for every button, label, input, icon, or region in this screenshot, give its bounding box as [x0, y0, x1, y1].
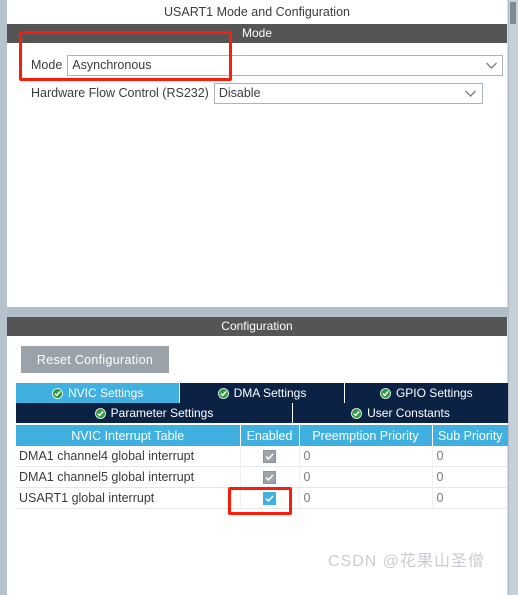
- nvic-interrupt-table: NVIC Interrupt Table Enabled Preemption …: [16, 425, 508, 509]
- checkmark-icon: [265, 495, 274, 503]
- preemption-priority-cell[interactable]: 0: [299, 487, 433, 509]
- preemption-priority-cell[interactable]: 0: [299, 446, 433, 467]
- usart1-config-window: USART1 Mode and Configuration Mode Mode …: [0, 0, 518, 595]
- preemption-priority-cell[interactable]: 0: [299, 466, 433, 488]
- hardware-flow-control-field-row: Hardware Flow Control (RS232) Disable: [7, 82, 483, 104]
- column-header-interrupt[interactable]: NVIC Interrupt Table: [16, 425, 241, 446]
- table-row[interactable]: DMA1 channel5 global interrupt 0 0: [16, 466, 508, 488]
- tab-label: GPIO Settings: [395, 386, 473, 400]
- table-header-row: NVIC Interrupt Table Enabled Preemption …: [16, 425, 508, 446]
- configuration-panel: Configuration Reset Configuration NVIC S…: [7, 317, 508, 595]
- hardware-flow-control-label: Hardware Flow Control (RS232): [31, 86, 209, 100]
- table-row[interactable]: USART1 global interrupt 0 0: [16, 487, 508, 509]
- column-header-sub-priority[interactable]: Sub Priority: [432, 425, 508, 446]
- mode-section-header: Mode: [7, 24, 507, 43]
- mode-field-row: Mode Asynchronous: [7, 54, 504, 76]
- enabled-cell[interactable]: [240, 466, 300, 488]
- green-check-circle-icon: [52, 387, 63, 399]
- enabled-checkbox[interactable]: [263, 450, 276, 464]
- column-header-preemption-priority[interactable]: Preemption Priority: [299, 425, 433, 446]
- sub-priority-cell[interactable]: 0: [432, 446, 508, 467]
- enabled-cell[interactable]: [240, 487, 300, 509]
- tab-dma-settings[interactable]: DMA Settings: [180, 383, 345, 403]
- mode-field-label: Mode: [31, 58, 63, 72]
- interrupt-name: DMA1 channel5 global interrupt: [16, 466, 241, 488]
- tab-nvic-settings[interactable]: NVIC Settings: [16, 383, 181, 403]
- mode-select-value: Asynchronous: [72, 58, 152, 72]
- chevron-down-icon: [460, 89, 482, 98]
- left-gutter: [0, 0, 7, 595]
- vertical-scrollbar[interactable]: [508, 0, 518, 595]
- tab-parameter-settings[interactable]: Parameter Settings: [16, 403, 293, 423]
- green-check-circle-icon: [380, 387, 391, 399]
- interrupt-name: DMA1 channel4 global interrupt: [16, 446, 241, 467]
- hardware-flow-control-select[interactable]: Disable: [213, 82, 483, 104]
- scrollbar-thumb[interactable]: [510, 2, 516, 24]
- enabled-cell[interactable]: [240, 446, 300, 467]
- column-header-enabled[interactable]: Enabled: [240, 425, 300, 446]
- tab-user-constants[interactable]: User Constants: [293, 403, 508, 423]
- green-check-circle-icon: [94, 407, 106, 419]
- tab-label: Parameter Settings: [110, 406, 214, 420]
- interrupt-name: USART1 global interrupt: [16, 487, 241, 509]
- panel-divider: [7, 307, 508, 317]
- checkmark-icon: [265, 474, 274, 482]
- chevron-down-icon: [480, 61, 502, 70]
- tab-label: User Constants: [367, 406, 450, 420]
- tab-label: NVIC Settings: [67, 386, 144, 400]
- hardware-flow-control-value: Disable: [218, 86, 261, 100]
- green-check-circle-icon: [351, 407, 363, 419]
- settings-tab-row-primary: NVIC Settings DMA Settings GPIO Settings: [16, 383, 508, 403]
- mode-select[interactable]: Asynchronous: [67, 54, 504, 76]
- checkmark-icon: [265, 453, 274, 461]
- sub-priority-cell[interactable]: 0: [432, 466, 508, 488]
- tab-label: DMA Settings: [233, 386, 307, 400]
- page-title: USART1 Mode and Configuration: [7, 0, 507, 24]
- enabled-checkbox[interactable]: [263, 471, 276, 485]
- watermark: CSDN @花果山圣僧: [327, 553, 485, 570]
- green-check-circle-icon: [217, 387, 229, 399]
- reset-configuration-button[interactable]: Reset Configuration: [21, 346, 169, 373]
- settings-tab-row-secondary: Parameter Settings User Constants: [16, 403, 508, 423]
- configuration-section-header: Configuration: [7, 317, 507, 336]
- enabled-checkbox[interactable]: [263, 492, 276, 506]
- sub-priority-cell[interactable]: 0: [432, 487, 508, 509]
- table-row[interactable]: DMA1 channel4 global interrupt 0 0: [16, 446, 508, 467]
- tab-gpio-settings[interactable]: GPIO Settings: [344, 383, 508, 403]
- mode-panel: USART1 Mode and Configuration Mode Mode …: [7, 0, 508, 307]
